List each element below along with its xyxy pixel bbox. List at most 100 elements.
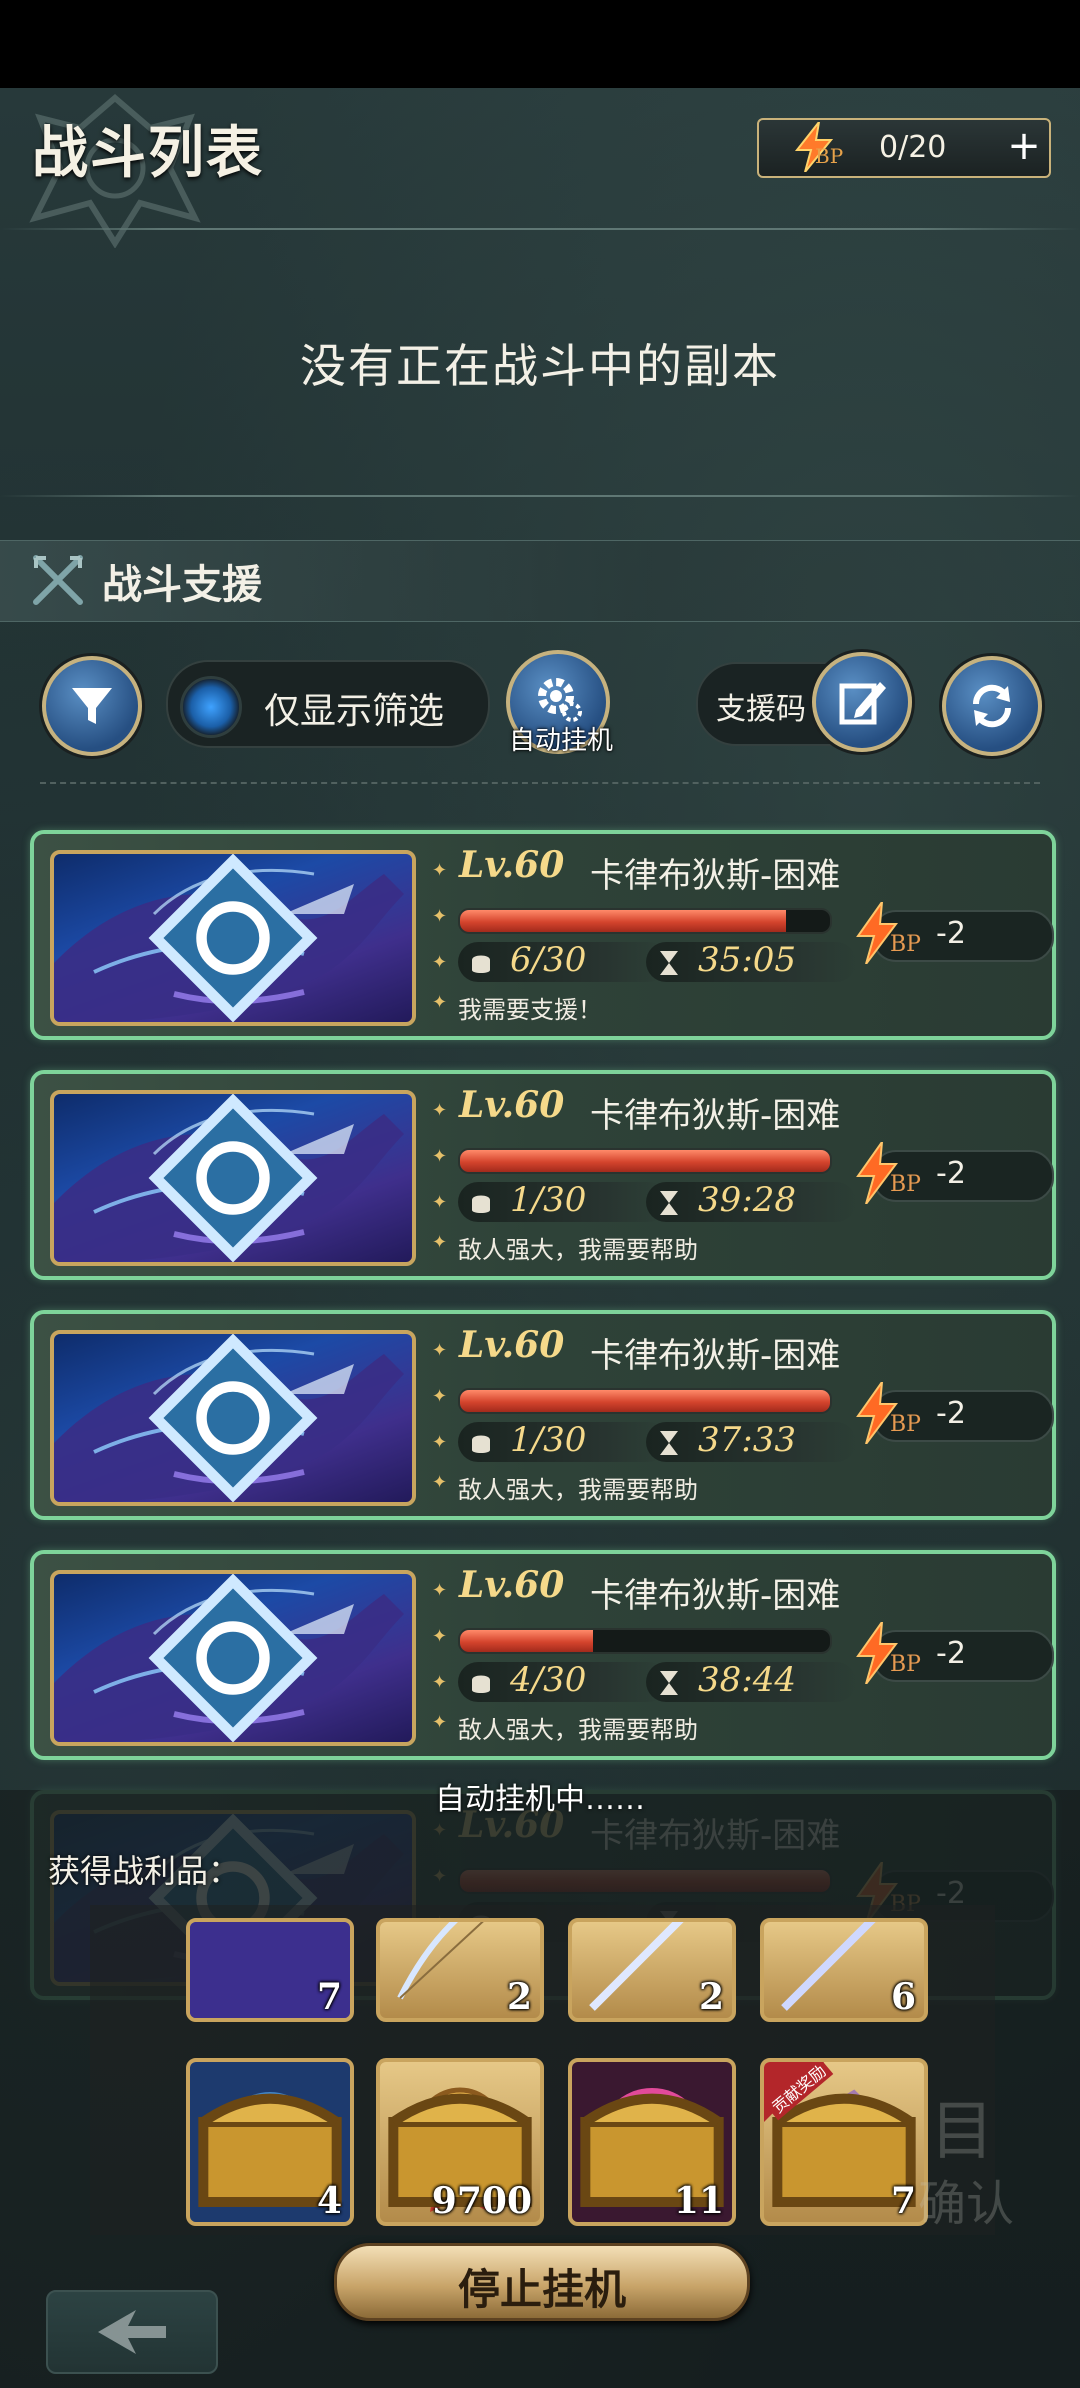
star-icon: ✦ xyxy=(432,1432,448,1453)
battle-card[interactable]: ✦ ✦ ✦ ✦ Lv.60 卡律布狄斯-困难 1/30 37:33 敌人强大，我… xyxy=(30,1310,1056,1520)
time-remaining-value: 39:28 xyxy=(698,1180,796,1220)
stop-auto-farm-button[interactable]: 停止挂机 xyxy=(334,2243,750,2321)
help-message: 敌人强大，我需要帮助 xyxy=(458,1236,698,1264)
loot-item[interactable]: 6 xyxy=(760,1918,928,2022)
filter-only-label: 仅显示筛选 xyxy=(264,691,445,732)
star-icon: ✦ xyxy=(432,1672,448,1693)
edit-icon xyxy=(839,682,886,725)
boss-hp-bar xyxy=(458,1148,832,1174)
bp-cost-value: -2 xyxy=(936,1396,966,1431)
help-message: 敌人强大，我需要帮助 xyxy=(458,1716,698,1744)
empty-state-message: 没有正在战斗中的副本 xyxy=(300,339,780,393)
water-element-icon xyxy=(148,1094,318,1262)
boss-hp-fill xyxy=(460,1150,830,1172)
time-remaining-value: 35:05 xyxy=(698,940,796,980)
boss-level: Lv.60 xyxy=(459,1084,565,1126)
boss-hp-fill xyxy=(460,1630,594,1652)
battle-card[interactable]: ✦ ✦ ✦ ✦ Lv.60 卡律布狄斯-困难 1/30 39:28 敌人强大，我… xyxy=(30,1070,1056,1280)
star-icon: ✦ xyxy=(432,1100,448,1121)
time-remaining-value: 38:44 xyxy=(698,1660,796,1700)
boss-name: 卡律布狄斯-困难 xyxy=(590,856,841,896)
boss-thumbnail xyxy=(50,1570,416,1746)
boss-thumbnail xyxy=(50,850,416,1026)
time-remaining: 37:33 xyxy=(646,1420,856,1462)
player-count-value: 6/30 xyxy=(510,940,587,980)
boss-level: Lv.60 xyxy=(459,844,565,886)
bp-cost-label: BP xyxy=(890,932,921,957)
loot-item[interactable]: 2 xyxy=(568,1918,736,2022)
time-remaining-value: 37:33 xyxy=(698,1420,796,1460)
back-arrow-icon xyxy=(98,2310,166,2354)
bp-cost: BP -2 xyxy=(856,1142,1054,1204)
funnel-icon xyxy=(72,688,112,724)
loot-item[interactable]: 11 xyxy=(568,2058,736,2226)
time-remaining: 35:05 xyxy=(646,940,856,982)
hourglass-icon xyxy=(660,1671,678,1695)
battle-card[interactable]: ✦ ✦ ✦ ✦ Lv.60 卡律布狄斯-困难 6/30 35:05 我需要支援！… xyxy=(30,830,1056,1040)
star-icon: ✦ xyxy=(432,1580,448,1601)
support-code-button[interactable] xyxy=(812,652,912,752)
fist-icon xyxy=(472,955,490,973)
loot-count: 11 xyxy=(673,2180,724,2222)
boss-name: 卡律布狄斯-困难 xyxy=(590,1576,841,1616)
boss-hp-fill xyxy=(460,1390,830,1412)
bp-cost-value: -2 xyxy=(936,1636,966,1671)
bp-cost-label: BP xyxy=(890,1172,921,1197)
divider xyxy=(0,228,1080,230)
loot-count: 2 xyxy=(698,1976,724,2018)
boss-hp-bar xyxy=(458,1388,832,1414)
auto-farm-status: 自动挂机中…… xyxy=(435,1782,645,1817)
player-count: 1/30 xyxy=(458,1420,668,1462)
loot-count: 7 xyxy=(890,2180,916,2222)
star-icon: ✦ xyxy=(432,860,448,881)
add-bp-button[interactable]: + xyxy=(1003,126,1045,168)
star-icon: ✦ xyxy=(432,952,448,973)
stop-auto-farm-label: 停止挂机 xyxy=(457,2265,626,2314)
water-element-icon xyxy=(148,854,318,1022)
fist-icon xyxy=(472,1675,490,1693)
loot-item[interactable]: 2 xyxy=(376,1918,544,2022)
player-count-value: 4/30 xyxy=(510,1660,587,1700)
star-icon: ✦ xyxy=(432,1146,448,1167)
loot-label: 获得战利品： xyxy=(48,1852,241,1890)
player-count: 6/30 xyxy=(458,940,668,982)
boss-thumbnail xyxy=(50,1330,416,1506)
boss-name: 卡律布狄斯-困难 xyxy=(590,1336,841,1376)
loot-item[interactable]: 贡献奖励 7 xyxy=(760,2058,928,2226)
refresh-button[interactable] xyxy=(942,656,1042,756)
loot-item[interactable]: 4 xyxy=(186,2058,354,2226)
loot-count: 6 xyxy=(890,1976,916,2018)
crossed-swords-icon xyxy=(33,555,83,605)
filter-button[interactable] xyxy=(42,656,142,756)
loot-item[interactable]: 9700 xyxy=(376,2058,544,2226)
page-title: 战斗列表 xyxy=(32,120,264,186)
section-title: 战斗支援 xyxy=(102,562,262,608)
hourglass-icon xyxy=(660,1431,678,1455)
loot-item[interactable]: 7 xyxy=(186,1918,354,2022)
star-icon: ✦ xyxy=(432,1340,448,1361)
player-count-value: 1/30 xyxy=(510,1420,587,1460)
boss-level: Lv.60 xyxy=(459,1324,565,1366)
help-message: 敌人强大，我需要帮助 xyxy=(458,1476,698,1504)
bp-cost: BP -2 xyxy=(856,1622,1054,1684)
back-button[interactable] xyxy=(46,2290,218,2374)
boss-level: Lv.60 xyxy=(459,1564,565,1606)
star-icon: ✦ xyxy=(432,906,448,927)
bp-counter[interactable]: BP 0/20 + xyxy=(757,118,1051,178)
water-element-icon xyxy=(148,1334,318,1502)
hourglass-icon xyxy=(660,1191,678,1215)
star-icon: ✦ xyxy=(432,1232,448,1253)
toggle-indicator xyxy=(180,676,242,738)
player-count: 1/30 xyxy=(458,1180,668,1222)
star-icon: ✦ xyxy=(432,1626,448,1647)
bp-cost-label: BP xyxy=(890,1412,921,1437)
loot-count: 7 xyxy=(316,1976,342,2018)
star-icon: ✦ xyxy=(432,1472,448,1493)
player-count-value: 1/30 xyxy=(510,1180,587,1220)
filter-only-toggle[interactable]: 仅显示筛选 xyxy=(166,660,490,748)
boss-name: 卡律布狄斯-困难 xyxy=(590,1096,841,1136)
ghost-confirm: 确认 xyxy=(918,2176,1015,2232)
battle-card[interactable]: ✦ ✦ ✦ ✦ Lv.60 卡律布狄斯-困难 4/30 38:44 敌人强大，我… xyxy=(30,1550,1056,1760)
divider xyxy=(40,782,1040,784)
time-remaining: 38:44 xyxy=(646,1660,856,1702)
